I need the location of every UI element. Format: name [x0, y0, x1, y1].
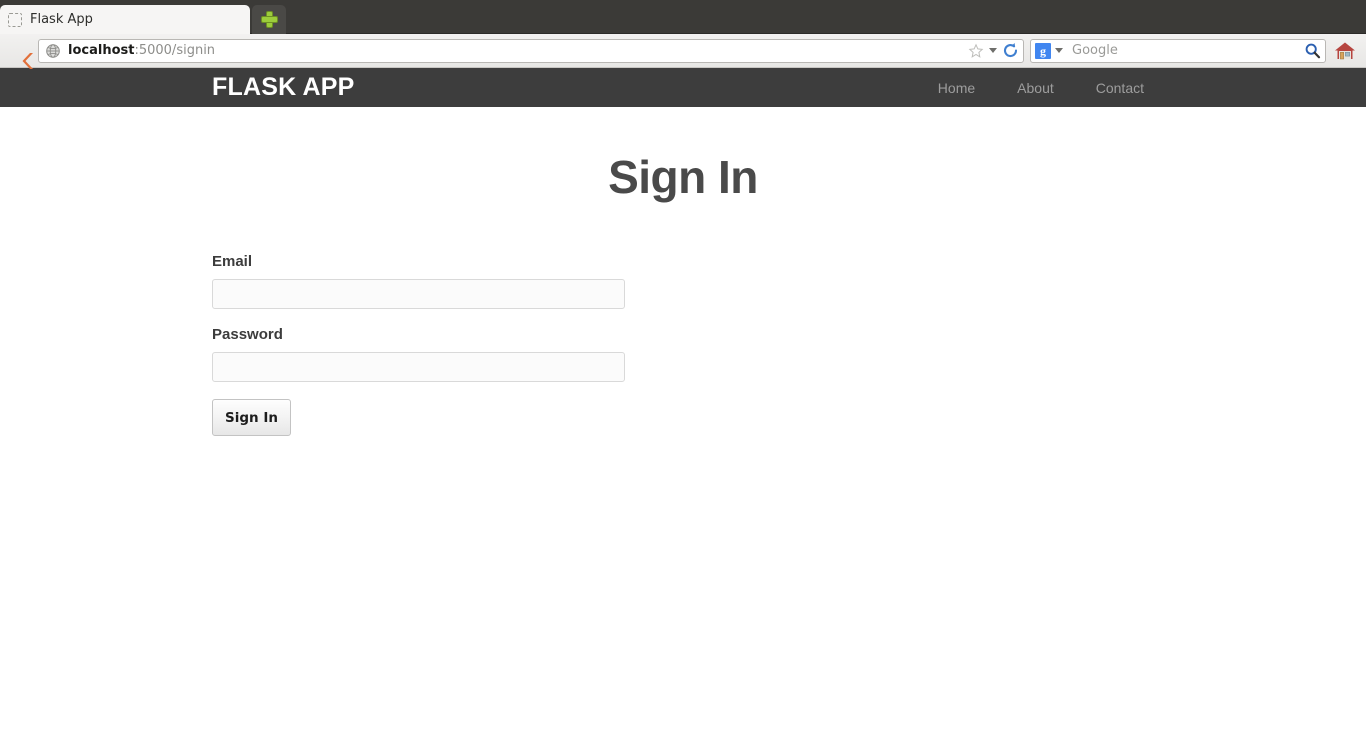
nav-link-contact[interactable]: Contact [1086, 80, 1154, 96]
search-bar[interactable]: g Google [1030, 38, 1326, 63]
new-tab-button[interactable] [252, 5, 286, 34]
plus-icon [261, 12, 277, 27]
nav-link-about[interactable]: About [1007, 80, 1064, 96]
url-text: localhost:5000/signin [68, 43, 962, 58]
url-host: localhost [68, 43, 135, 58]
url-bar-actions [962, 42, 1019, 59]
placeholder-favicon-icon [8, 12, 22, 27]
password-input[interactable] [212, 352, 625, 382]
password-label: Password [212, 326, 283, 343]
reload-icon[interactable] [1002, 42, 1019, 59]
signin-form: Email Password Sign In [0, 253, 1366, 436]
nav-link-home[interactable]: Home [928, 80, 985, 96]
email-field-group: Email [212, 253, 1366, 309]
site-brand[interactable]: FLASK APP [212, 75, 355, 100]
url-path: :5000/signin [134, 43, 216, 58]
browser-tab-title: Flask App [30, 12, 93, 27]
chevron-down-icon[interactable] [989, 48, 997, 53]
search-input[interactable]: Google [1063, 43, 1304, 58]
star-icon[interactable] [968, 43, 984, 59]
magnifier-icon[interactable] [1304, 42, 1321, 59]
page-title: Sign In [608, 151, 758, 203]
tab-strip: Flask App [0, 0, 1366, 34]
email-input[interactable] [212, 279, 625, 309]
site-navbar: FLASK APP Home About Contact [0, 68, 1366, 107]
site-navbar-links: Home About Contact [928, 80, 1154, 96]
browser-navigation-toolbar: localhost:5000/signin g Google [0, 34, 1366, 69]
email-label: Email [212, 253, 253, 270]
google-logo-icon: g [1035, 42, 1051, 59]
home-button[interactable] [1330, 37, 1360, 65]
browser-tab-flask-app[interactable]: Flask App [0, 5, 250, 34]
signin-submit-button[interactable]: Sign In [212, 399, 291, 436]
search-engine-chevron-down-icon[interactable] [1055, 48, 1063, 53]
url-bar[interactable]: localhost:5000/signin [38, 38, 1024, 63]
page-viewport: FLASK APP Home About Contact Sign In Ema… [0, 68, 1366, 746]
back-button[interactable] [6, 37, 34, 69]
browser-chrome: Flask App localhost:5000/signin g Google [0, 0, 1366, 69]
globe-icon [45, 43, 61, 59]
password-field-group: Password [212, 326, 1366, 382]
home-icon [1334, 41, 1356, 61]
